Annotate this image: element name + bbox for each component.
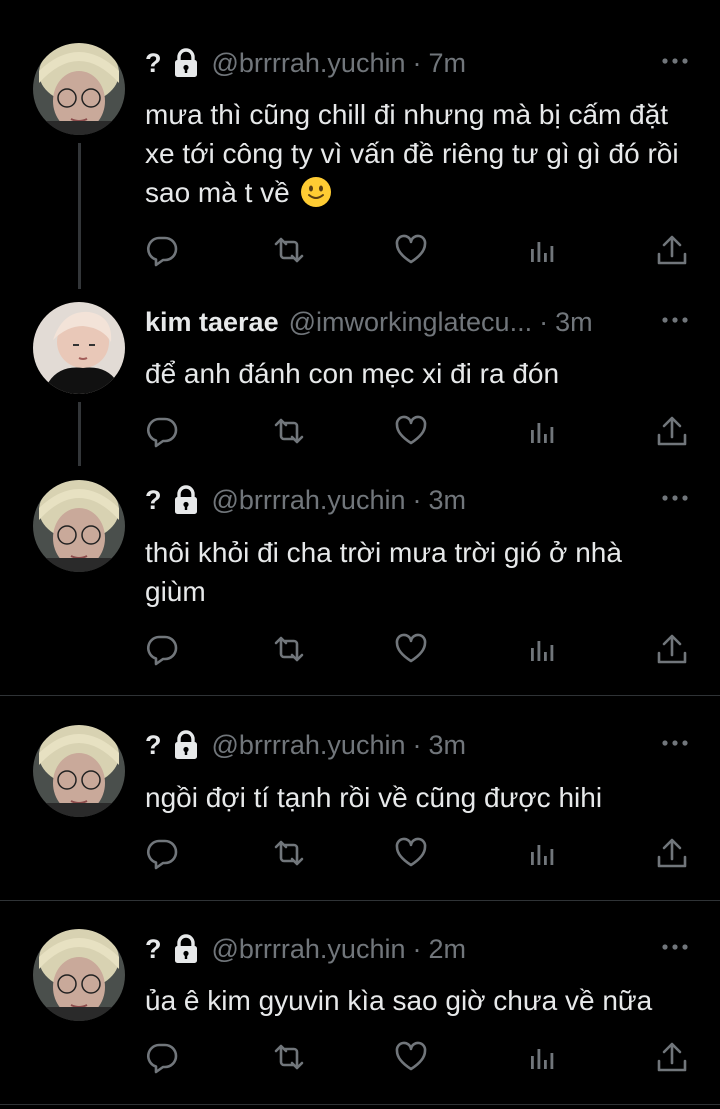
user-handle[interactable]: @imworkinglatecu... [289,307,533,338]
divider [0,695,720,696]
tweet-header: kim taerae @imworkinglatecu... · 3m [145,302,593,342]
tweet-text: ngồi đợi tí tạnh rồi về cũng được hihi [145,782,603,813]
retweet-icon[interactable] [272,233,306,267]
tweet-header: ? @brrrrah.yuchin · 7m [145,43,466,83]
more-icon[interactable] [660,56,690,66]
user-handle[interactable]: @brrrrah.yuchin [212,485,406,516]
tweet-actions [145,1040,690,1074]
tweet-header: ? @brrrrah.yuchin · 2m [145,929,466,969]
thread-line [78,402,81,466]
display-name[interactable]: ? [145,48,162,79]
slightly-smiling-face-icon [300,177,331,207]
tweet-actions [145,414,690,448]
tweet-actions [145,836,690,870]
avatar[interactable] [33,43,125,135]
timestamp[interactable]: 2m [428,934,466,965]
user-handle[interactable]: @brrrrah.yuchin [212,730,406,761]
more-icon[interactable] [660,493,690,503]
tweet-header: ? @brrrrah.yuchin · 3m [145,725,466,765]
separator-dot: · [412,484,422,515]
views-icon[interactable] [525,632,559,666]
timestamp[interactable]: 3m [555,307,593,338]
views-icon[interactable] [525,836,559,870]
user-handle[interactable]: @brrrrah.yuchin [212,934,406,965]
tweet-text: mưa thì cũng chill đi nhưng mà bị cấm đặ… [145,95,690,212]
tweet[interactable]: kim taerae @imworkinglatecu... · 3m để a… [0,302,720,466]
tweet-text-content: mưa thì cũng chill đi nhưng mà bị cấm đặ… [145,99,679,208]
share-icon[interactable] [655,414,689,448]
share-icon[interactable] [655,836,689,870]
tweet[interactable]: ? @brrrrah.yuchin · 7m mưa thì cũng chil… [0,43,720,289]
tweet-text: ủa ê kim gyuvin kìa sao giờ chưa về nữa [145,985,653,1016]
avatar[interactable] [33,725,125,817]
lock-icon [172,48,200,78]
separator-dot: · [412,47,422,78]
like-icon[interactable] [394,1040,428,1074]
display-name[interactable]: ? [145,730,162,761]
avatar-image [33,929,125,1021]
divider [0,900,720,901]
separator-dot: · [539,306,549,337]
tweet[interactable]: ? @brrrrah.yuchin · 3m thôi khỏi đi cha … [0,480,720,690]
reply-icon[interactable] [145,233,179,267]
reply-icon[interactable] [145,836,179,870]
lock-icon [172,934,200,964]
views-icon[interactable] [525,233,559,267]
tweet-actions [145,632,690,666]
lock-icon [172,730,200,760]
avatar[interactable] [33,929,125,1021]
share-icon[interactable] [655,233,689,267]
share-icon[interactable] [655,1040,689,1074]
avatar-image [33,43,125,135]
views-icon[interactable] [525,414,559,448]
divider [0,1104,720,1105]
retweet-icon[interactable] [272,836,306,870]
display-name[interactable]: ? [145,485,162,516]
timestamp[interactable]: 7m [428,48,466,79]
reply-icon[interactable] [145,414,179,448]
reply-icon[interactable] [145,1040,179,1074]
separator-dot: · [412,729,422,760]
tweet-text: để anh đánh con mẹc xi đi ra đón [145,358,560,389]
avatar-image [33,725,125,817]
like-icon[interactable] [394,414,428,448]
retweet-icon[interactable] [272,1040,306,1074]
share-icon[interactable] [655,632,689,666]
tweet-header: ? @brrrrah.yuchin · 3m [145,480,466,520]
more-icon[interactable] [660,315,690,325]
tweet-actions [145,233,690,267]
thread-line [78,143,81,289]
user-handle[interactable]: @brrrrah.yuchin [212,48,406,79]
like-icon[interactable] [394,836,428,870]
avatar-image [33,302,125,394]
like-icon[interactable] [394,233,428,267]
more-icon[interactable] [660,738,690,748]
display-name[interactable]: kim taerae [145,307,279,338]
retweet-icon[interactable] [272,414,306,448]
separator-dot: · [412,933,422,964]
timestamp[interactable]: 3m [428,485,466,516]
tweet[interactable]: ? @brrrrah.yuchin · 2m ủa ê kim gyuvin k… [0,929,720,1079]
more-icon[interactable] [660,942,690,952]
lock-icon [172,485,200,515]
display-name[interactable]: ? [145,934,162,965]
tweet-text: thôi khỏi đi cha trời mưa trời gió ở nhà… [145,537,622,607]
avatar-image [33,480,125,572]
like-icon[interactable] [394,632,428,666]
reply-icon[interactable] [145,632,179,666]
retweet-icon[interactable] [272,632,306,666]
avatar[interactable] [33,302,125,394]
tweet[interactable]: ? @brrrrah.yuchin · 3m ngồi đợi tí tạnh … [0,725,720,875]
timestamp[interactable]: 3m [428,730,466,761]
views-icon[interactable] [525,1040,559,1074]
avatar[interactable] [33,480,125,572]
